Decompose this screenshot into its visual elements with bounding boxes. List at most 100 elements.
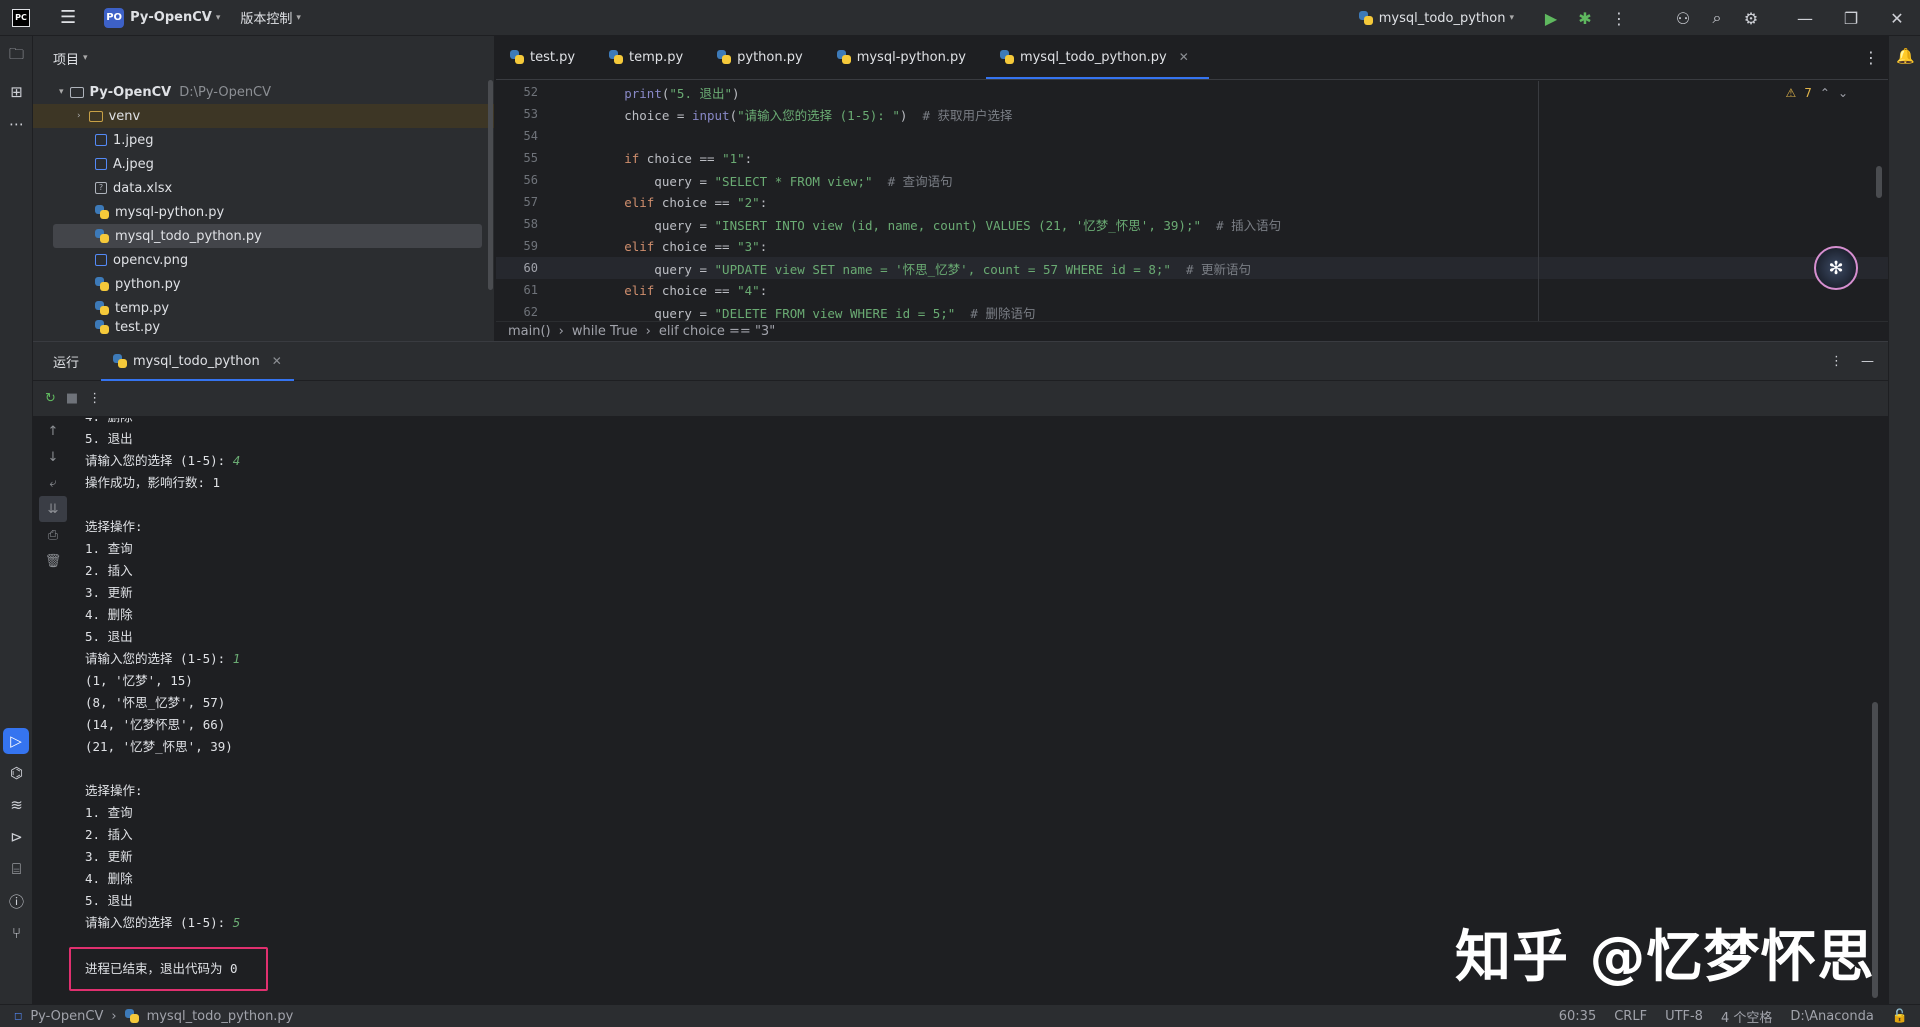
git-icon[interactable]: ⑂: [0, 917, 33, 949]
python-file-icon: [113, 354, 128, 368]
run-panel-header: 运行 mysql_todo_python ✕ ⋮ —: [33, 342, 1888, 381]
exit-highlight-box: [69, 947, 268, 991]
chevron-right-icon: ›: [558, 324, 564, 339]
print-icon[interactable]: ⎙: [33, 522, 73, 548]
python-console-icon[interactable]: ⌬: [0, 757, 33, 789]
run-tab[interactable]: mysql_todo_python ✕: [101, 342, 294, 381]
code-line: 53 choice = input("请输入您的选择 (1-5): ") # 获…: [496, 103, 1888, 125]
line-separator[interactable]: CRLF: [1614, 1009, 1647, 1024]
project-switcher[interactable]: Py-OpenCV ▾: [124, 10, 220, 25]
tree-item-label: test.py: [115, 320, 161, 334]
rerun-icon[interactable]: ↻: [45, 391, 56, 406]
tab-mysql-python-py[interactable]: mysql-python.py: [823, 35, 986, 79]
chevron-down-icon: ▾: [83, 53, 88, 63]
editor-scrollbar[interactable]: [1876, 166, 1882, 198]
trash-icon[interactable]: 🗑: [33, 548, 73, 574]
chevron-down-icon[interactable]: ⌄: [1838, 86, 1848, 100]
title-bar: PC ☰ PO Py-OpenCV ▾ 版本控制 ▾ mysql_todo_py…: [0, 0, 1920, 36]
search-icon[interactable]: ⌕: [1700, 0, 1734, 36]
chevron-up-icon[interactable]: ⌃: [1820, 86, 1830, 100]
run-config-selector[interactable]: mysql_todo_python ▾: [1358, 11, 1514, 26]
console-line: 1. 查询: [85, 805, 133, 820]
run-options-icon[interactable]: ⋮: [1830, 354, 1843, 369]
inspection-widget[interactable]: ⚠ 7 ⌃ ⌄: [1785, 86, 1848, 100]
tree-item[interactable]: opencv.png: [33, 248, 494, 272]
project-folder-icon[interactable]: 🗀: [0, 36, 33, 76]
tab-python-py[interactable]: python.py: [703, 35, 823, 79]
breadcrumb: main() › while True › elif choice == "3": [496, 321, 1888, 341]
breadcrumb-item[interactable]: main(): [508, 324, 551, 339]
run-tool-icon[interactable]: ▷: [3, 728, 29, 754]
stop-icon[interactable]: ■: [66, 391, 78, 406]
terminal-icon[interactable]: ⌸: [0, 853, 33, 885]
file-encoding[interactable]: UTF-8: [1665, 1009, 1703, 1024]
maximize-icon[interactable]: ❐: [1828, 0, 1874, 36]
tab-test-py[interactable]: test.py: [496, 35, 595, 79]
interpreter[interactable]: D:\Anaconda: [1790, 1009, 1873, 1024]
status-file[interactable]: mysql_todo_python.py: [147, 1009, 294, 1024]
warning-count: 7: [1804, 86, 1812, 100]
line-number: 57: [523, 195, 538, 209]
notifications-bell-icon[interactable]: 🔔: [1889, 36, 1920, 76]
status-project[interactable]: Py-OpenCV: [30, 1009, 103, 1024]
tab-label: temp.py: [629, 49, 684, 65]
lock-icon[interactable]: 🔓: [1892, 1009, 1908, 1024]
tree-item[interactable]: temp.py: [33, 296, 494, 320]
tree-item[interactable]: python.py: [33, 272, 494, 296]
project-panel-header[interactable]: 项目 ▾: [33, 36, 494, 80]
more-actions-icon[interactable]: ⋮: [88, 391, 101, 406]
close-tab-icon[interactable]: ✕: [1179, 50, 1189, 64]
run-icon[interactable]: ▶: [1534, 0, 1568, 36]
structure-icon[interactable]: ⊞: [0, 76, 33, 108]
cursor-position[interactable]: 60:35: [1559, 1009, 1596, 1024]
add-user-icon[interactable]: ⚇: [1666, 0, 1700, 36]
console-line: (8, '怀思_忆梦', 57): [85, 695, 226, 710]
scroll-to-end-icon[interactable]: ⇊: [39, 496, 67, 522]
close-tab-icon[interactable]: ✕: [272, 354, 282, 368]
tab-mysql-todo-python-py[interactable]: mysql_todo_python.py ✕: [985, 35, 1209, 79]
tree-item[interactable]: mysql-python.py: [33, 200, 494, 224]
more-actions-icon[interactable]: ⋮: [1602, 0, 1636, 36]
breadcrumb-item[interactable]: elif choice == "3": [659, 324, 775, 339]
line-number: 60: [523, 261, 538, 275]
tree-item-selected[interactable]: mysql_todo_python.py: [53, 224, 482, 248]
vcs-menu[interactable]: 版本控制 ▾: [240, 8, 301, 27]
tree-item-label: python.py: [115, 276, 181, 292]
tree-item[interactable]: 1.jpeg: [33, 128, 494, 152]
tab-temp-py[interactable]: temp.py: [595, 35, 703, 79]
python-file-icon: [836, 50, 851, 64]
tree-root[interactable]: ▾ Py-OpenCV D:\Py-OpenCV: [33, 80, 494, 104]
close-window-icon[interactable]: ✕: [1874, 0, 1920, 36]
services-icon[interactable]: ⊳: [0, 821, 33, 853]
python-file-icon: [510, 50, 524, 64]
main-menu-icon[interactable]: ☰: [60, 7, 76, 28]
indent-setting[interactable]: 4 个空格: [1721, 1007, 1772, 1026]
code-line: 59 elif choice == "3":: [496, 235, 1888, 257]
console-output[interactable]: 4. 删除 5. 退出 请输入您的选择 (1-5): 4 操作成功，影响行数: …: [85, 418, 1865, 998]
more-tools-icon[interactable]: ⋯: [0, 108, 33, 140]
problems-icon[interactable]: ⓘ: [0, 885, 33, 917]
tree-item[interactable]: › venv: [33, 104, 494, 128]
tab-options-icon[interactable]: ⋮: [1854, 35, 1888, 79]
breadcrumb-item[interactable]: while True: [572, 324, 638, 339]
project-badge[interactable]: PO: [104, 7, 125, 28]
project-scrollbar[interactable]: [488, 80, 493, 290]
tree-item[interactable]: test.py: [33, 320, 494, 334]
python-file-icon: [999, 50, 1014, 64]
status-bar: ◻ Py-OpenCV › mysql_todo_python.py 60:35…: [0, 1004, 1920, 1027]
python-file-icon: [609, 50, 624, 64]
console-prompt: 请输入您的选择 (1-5):: [85, 915, 233, 930]
scroll-up-icon[interactable]: ↑: [33, 418, 73, 444]
ai-assistant-icon[interactable]: ✻: [1814, 246, 1858, 290]
hide-panel-icon[interactable]: —: [1861, 354, 1874, 369]
code-area[interactable]: 52 print("5. 退出") 53 choice = input("请输入…: [496, 81, 1888, 321]
minimize-icon[interactable]: —: [1782, 0, 1828, 36]
tree-item[interactable]: A.jpeg: [33, 152, 494, 176]
debug-icon[interactable]: ✱: [1568, 0, 1602, 36]
scroll-down-icon[interactable]: ↓: [33, 444, 73, 470]
soft-wrap-icon[interactable]: ⤶: [33, 470, 73, 496]
tree-item[interactable]: ? data.xlsx: [33, 176, 494, 200]
layers-icon[interactable]: ≋: [0, 789, 33, 821]
settings-gear-icon[interactable]: ⚙: [1734, 0, 1768, 36]
